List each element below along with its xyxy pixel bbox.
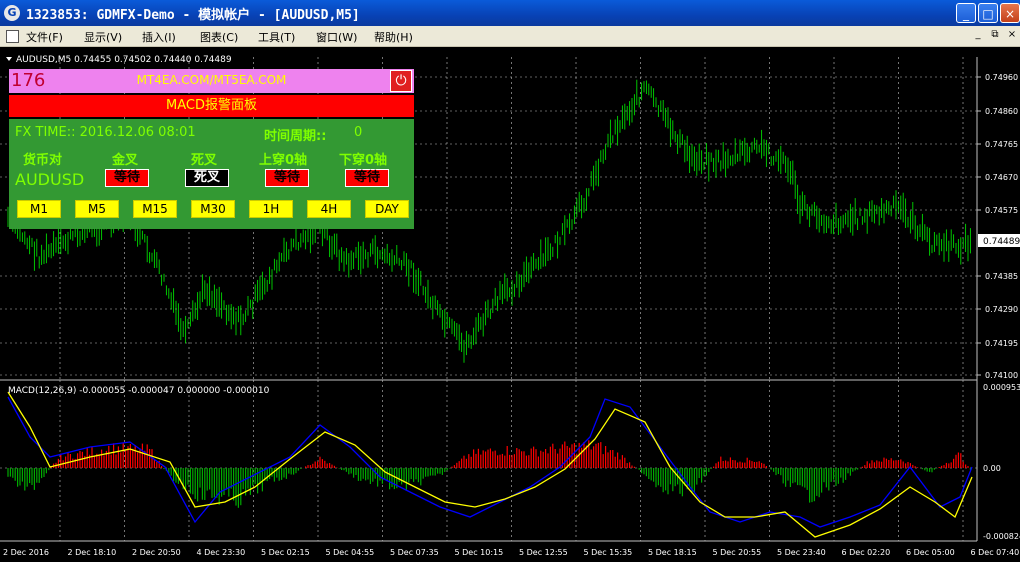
menu-charts[interactable]: 图表(C): [200, 29, 238, 45]
macd-histogram: [7, 440, 972, 508]
panel-title: MACD报警面板: [9, 95, 414, 117]
time-tick-label: 5 Dec 23:40: [777, 548, 826, 557]
time-tick-label: 5 Dec 18:15: [648, 548, 697, 557]
tf-button-m30[interactable]: M30: [191, 200, 235, 218]
title-bar: G 1323853: GDMFX-Demo - 模拟帐户 - [AUDUSD,M…: [0, 0, 1020, 26]
price-tick-label: 0.74765: [985, 140, 1018, 149]
price-tick-label: 0.74100: [985, 371, 1018, 380]
chart-header: AUDUSD,M5 0.74455 0.74502 0.74440 0.7448…: [16, 55, 232, 65]
menu-window[interactable]: 窗口(W): [316, 29, 357, 45]
menu-file[interactable]: 文件(F): [26, 29, 63, 45]
current-price-label: 0.74489: [978, 234, 1020, 247]
header-death-cross: 死叉: [191, 153, 218, 168]
macd-alert-panel: 176 MT4EA.COM/MT5EA.COM ⏻ MACD报警面板 FX TI…: [9, 69, 414, 229]
price-tick-label: 0.74575: [985, 206, 1018, 215]
time-tick-label: 5 Dec 15:35: [584, 548, 633, 557]
time-tick-label: 6 Dec 05:00: [906, 548, 955, 557]
symbol-label: AUDUSD: [15, 170, 85, 189]
status-golden-cross: 等待: [105, 169, 149, 187]
mdi-restore-button[interactable]: ⧉: [989, 29, 1001, 41]
time-tick-label: 5 Dec 02:15: [261, 548, 310, 557]
time-tick-label: 5 Dec 07:35: [390, 548, 439, 557]
price-scale: 0.74960 0.74860 0.74765 0.74670 0.74575 0.743…: [977, 73, 1018, 380]
time-tick-label: 6 Dec 02:20: [842, 548, 891, 557]
time-tick-label: 5 Dec 04:55: [326, 548, 375, 557]
tf-button-m5[interactable]: M5: [75, 200, 119, 218]
fx-time-label: FX TIME:: 2016.12.06 08:01: [15, 125, 196, 140]
header-golden-cross: 金叉: [112, 153, 139, 168]
menu-help[interactable]: 帮助(H): [374, 29, 413, 45]
tf-button-1h[interactable]: 1H: [249, 200, 293, 218]
status-cross-below-zero: 等待: [345, 169, 389, 187]
chart-menu-icon[interactable]: [6, 57, 12, 61]
window-title: 1323853: GDMFX-Demo - 模拟帐户 - [AUDUSD,M5]: [26, 8, 360, 23]
tf-button-m15[interactable]: M15: [133, 200, 177, 218]
time-tick-label: 4 Dec 23:30: [197, 548, 246, 557]
mdi-minimize-button[interactable]: _: [972, 29, 984, 41]
site-label: MT4EA.COM/MT5EA.COM: [136, 73, 287, 87]
macd-tick-label: 0.00: [983, 464, 1001, 473]
time-tick-label: 5 Dec 12:55: [519, 548, 568, 557]
header-cross-below-zero: 下穿0轴: [339, 153, 388, 168]
panel-body: FX TIME:: 2016.12.06 08:01 时间周期:: 0 货币对 …: [9, 119, 414, 229]
status-cross-above-zero: 等待: [265, 169, 309, 187]
close-button[interactable]: ×: [1000, 3, 1020, 23]
time-tick-label: 2 Dec 2016: [3, 548, 49, 557]
time-tick-label: 2 Dec 18:10: [68, 548, 117, 557]
macd-header: MACD(12,26,9) -0.000055 -0.000047 0.0000…: [8, 386, 270, 396]
menu-bar: 文件(F) 显示(V) 插入(I) 图表(C) 工具(T) 窗口(W) 帮助(H…: [0, 26, 1020, 47]
power-icon[interactable]: ⏻: [390, 70, 412, 92]
price-tick-label: 0.74960: [985, 73, 1018, 82]
tf-button-4h[interactable]: 4H: [307, 200, 351, 218]
time-scale: 2 Dec 2016 2 Dec 18:10 2 Dec 20:50 4 Dec 23…: [3, 548, 1019, 557]
menu-insert[interactable]: 插入(I): [142, 29, 176, 45]
macd-tick-label: -0.000824: [983, 532, 1020, 541]
price-tick-label: 0.74385: [985, 272, 1018, 281]
tf-button-day[interactable]: DAY: [365, 200, 409, 218]
header-cross-above-zero: 上穿0轴: [259, 153, 308, 168]
current-price-text: 0.74489: [983, 237, 1020, 247]
price-tick-label: 0.74670: [985, 173, 1018, 182]
document-icon[interactable]: [6, 30, 19, 43]
header-symbol: 货币对: [23, 153, 63, 168]
time-tick-label: 6 Dec 07:40: [971, 548, 1020, 557]
app-icon: G: [4, 5, 20, 21]
minimize-button[interactable]: _: [956, 3, 976, 23]
macd-scale: 0.000953 0.00 -0.000824: [983, 383, 1020, 541]
menu-tools[interactable]: 工具(T): [258, 29, 295, 45]
panel-top-bar: 176 MT4EA.COM/MT5EA.COM ⏻: [9, 69, 414, 93]
timeframe-value: 0: [354, 125, 363, 140]
timeframe-label: 时间周期::: [264, 129, 327, 144]
price-tick-label: 0.74195: [985, 339, 1018, 348]
price-tick-label: 0.74290: [985, 305, 1018, 314]
time-tick-label: 5 Dec 10:15: [455, 548, 504, 557]
time-tick-label: 5 Dec 20:55: [713, 548, 762, 557]
price-tick-label: 0.74860: [985, 107, 1018, 116]
time-tick-label: 2 Dec 20:50: [132, 548, 181, 557]
tf-button-m1[interactable]: M1: [17, 200, 61, 218]
status-death-cross: 死叉: [185, 169, 229, 187]
maximize-button[interactable]: □: [978, 3, 998, 23]
menu-view[interactable]: 显示(V): [84, 29, 122, 45]
macd-tick-label: 0.000953: [983, 383, 1020, 392]
mdi-close-button[interactable]: ×: [1006, 29, 1018, 41]
